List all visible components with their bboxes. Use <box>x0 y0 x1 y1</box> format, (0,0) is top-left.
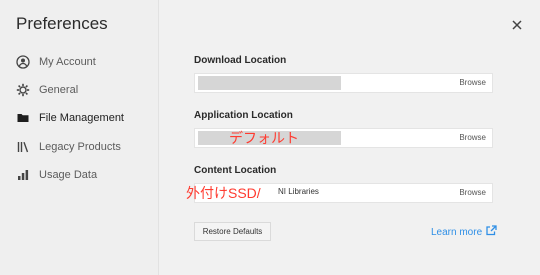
main-panel: Download Location Browse Application Loc… <box>159 0 540 275</box>
bar-chart-icon <box>16 168 30 182</box>
application-annotation: デフォルト <box>229 130 299 146</box>
content-annotation: 外付けSSD/ <box>186 185 261 201</box>
sidebar-item-my-account[interactable]: My Account <box>16 52 96 72</box>
gear-icon <box>16 83 30 97</box>
application-location-label: Application Location <box>194 110 293 121</box>
sidebar-item-file-management[interactable]: File Management <box>16 108 124 128</box>
account-icon <box>16 55 30 69</box>
download-location-label: Download Location <box>194 55 287 66</box>
page-title: Preferences <box>16 14 108 33</box>
download-path <box>198 76 341 90</box>
sidebar-item-label: General <box>39 84 79 96</box>
learn-more-link[interactable]: Learn more <box>431 225 497 239</box>
library-icon <box>16 140 30 154</box>
external-link-icon <box>482 225 497 239</box>
restore-defaults-button[interactable]: Restore Defaults <box>194 222 271 241</box>
sidebar-item-label: My Account <box>39 56 96 68</box>
sidebar: Preferences My Account General File Mana… <box>0 0 159 275</box>
sidebar-item-general[interactable]: General <box>16 80 78 100</box>
sidebar-item-usage-data[interactable]: Usage Data <box>16 165 97 185</box>
sidebar-item-label: File Management <box>39 112 124 124</box>
sidebar-item-label: Legacy Products <box>39 141 121 153</box>
content-browse-button[interactable]: Browse <box>459 188 486 197</box>
content-location-label: Content Location <box>194 165 277 176</box>
sidebar-item-legacy-products[interactable]: Legacy Products <box>16 137 121 157</box>
folder-icon <box>16 111 30 125</box>
learn-more-label: Learn more <box>431 226 483 238</box>
sidebar-item-label: Usage Data <box>39 169 98 181</box>
close-icon[interactable] <box>512 18 522 32</box>
application-browse-button[interactable]: Browse <box>459 133 486 142</box>
download-browse-button[interactable]: Browse <box>459 78 486 87</box>
download-location-field[interactable]: Browse <box>194 73 493 93</box>
content-path: NI Libraries <box>278 187 319 196</box>
